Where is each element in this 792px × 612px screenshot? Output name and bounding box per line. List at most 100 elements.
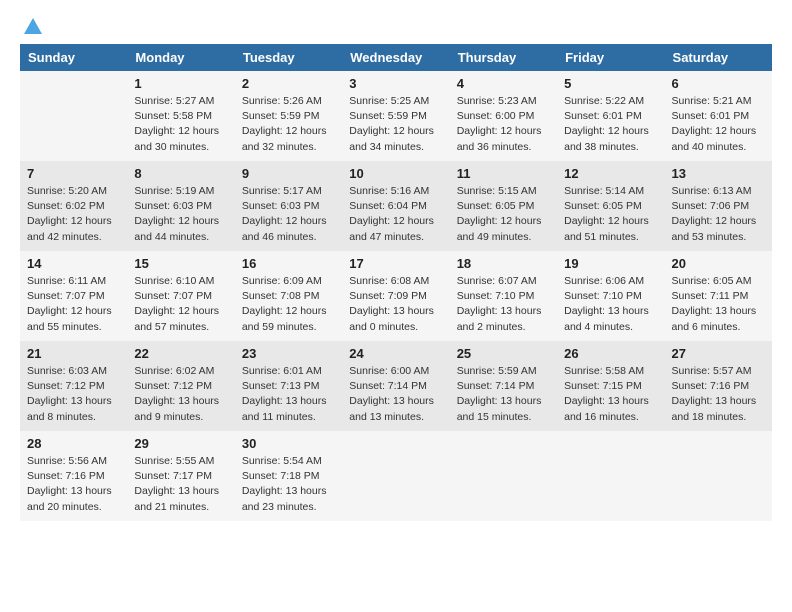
day-number: 8 [134, 166, 227, 181]
day-number: 17 [349, 256, 442, 271]
day-number: 2 [242, 76, 335, 91]
day-info: Sunrise: 6:10 AMSunset: 7:07 PMDaylight:… [134, 274, 227, 335]
day-info: Sunrise: 5:23 AMSunset: 6:00 PMDaylight:… [457, 94, 550, 155]
day-number: 9 [242, 166, 335, 181]
day-number: 13 [672, 166, 765, 181]
day-number: 6 [672, 76, 765, 91]
day-cell [20, 71, 127, 161]
day-number: 18 [457, 256, 550, 271]
calendar-table: SundayMondayTuesdayWednesdayThursdayFrid… [20, 44, 772, 521]
header-cell-wednesday: Wednesday [342, 44, 449, 71]
day-cell: 7 Sunrise: 5:20 AMSunset: 6:02 PMDaylight… [20, 161, 127, 251]
day-number: 14 [27, 256, 120, 271]
day-number: 20 [672, 256, 765, 271]
day-number: 1 [134, 76, 227, 91]
day-number: 3 [349, 76, 442, 91]
day-number: 24 [349, 346, 442, 361]
day-cell: 5Sunrise: 5:22 AMSunset: 6:01 PMDaylight… [557, 71, 664, 161]
day-info: Sunrise: 6:05 AMSunset: 7:11 PMDaylight:… [672, 274, 765, 335]
day-cell: 21Sunrise: 6:03 AMSunset: 7:12 PMDayligh… [20, 341, 127, 431]
page-header [20, 20, 772, 34]
week-row-5: 28 Sunrise: 5:56 AMSunset: 7:16 PMDayligh… [20, 431, 772, 521]
day-number: 26 [564, 346, 657, 361]
day-number: 23 [242, 346, 335, 361]
header-row: SundayMondayTuesdayWednesdayThursdayFrid… [20, 44, 772, 71]
day-info: Sunrise: 5:20 AMSunset: 6:02 PMDaylight:… [27, 184, 120, 245]
day-cell: 3 Sunrise: 5:25 AMSunset: 5:59 PMDaylight… [342, 71, 449, 161]
day-info: Sunrise: 5:27 AMSunset: 5:58 PMDaylight:… [134, 94, 227, 155]
calendar-body: 1 Sunrise: 5:27 AMSunset: 5:58 PMDaylight… [20, 71, 772, 521]
day-cell: 20 Sunrise: 6:05 AMSunset: 7:11 PMDayligh… [665, 251, 772, 341]
header-cell-tuesday: Tuesday [235, 44, 342, 71]
day-info: Sunrise: 5:57 AMSunset: 7:16 PMDaylight:… [672, 364, 765, 425]
header-cell-friday: Friday [557, 44, 664, 71]
day-info: Sunrise: 5:17 AMSunset: 6:03 PMDaylight:… [242, 184, 335, 245]
day-cell: 15 Sunrise: 6:10 AMSunset: 7:07 PMDayligh… [127, 251, 234, 341]
day-cell: 28 Sunrise: 5:56 AMSunset: 7:16 PMDayligh… [20, 431, 127, 521]
day-info: Sunrise: 5:19 AMSunset: 6:03 PMDaylight:… [134, 184, 227, 245]
day-cell: 17 Sunrise: 6:08 AMSunset: 7:09 PMDayligh… [342, 251, 449, 341]
day-cell: 30 Sunrise: 5:54 AMSunset: 7:18 PMDayligh… [235, 431, 342, 521]
day-cell [665, 431, 772, 521]
day-cell: 24Sunrise: 6:00 AMSunset: 7:14 PMDayligh… [342, 341, 449, 431]
day-cell [450, 431, 557, 521]
day-cell: 8 Sunrise: 5:19 AMSunset: 6:03 PMDaylight… [127, 161, 234, 251]
day-info: Sunrise: 6:02 AMSunset: 7:12 PMDaylight:… [134, 364, 227, 425]
day-cell [342, 431, 449, 521]
day-number: 11 [457, 166, 550, 181]
day-number: 25 [457, 346, 550, 361]
day-cell: 18 Sunrise: 6:07 AMSunset: 7:10 PMDayligh… [450, 251, 557, 341]
day-number: 7 [27, 166, 120, 181]
day-number: 12 [564, 166, 657, 181]
day-info: Sunrise: 5:14 AMSunset: 6:05 PMDaylight:… [564, 184, 657, 245]
week-row-4: 21Sunrise: 6:03 AMSunset: 7:12 PMDayligh… [20, 341, 772, 431]
day-cell: 27Sunrise: 5:57 AMSunset: 7:16 PMDayligh… [665, 341, 772, 431]
day-info: Sunrise: 6:06 AMSunset: 7:10 PMDaylight:… [564, 274, 657, 335]
day-info: Sunrise: 6:01 AMSunset: 7:13 PMDaylight:… [242, 364, 335, 425]
day-cell: 2 Sunrise: 5:26 AMSunset: 5:59 PMDaylight… [235, 71, 342, 161]
day-cell: 26 Sunrise: 5:58 AMSunset: 7:15 PMDayligh… [557, 341, 664, 431]
day-cell: 29 Sunrise: 5:55 AMSunset: 7:17 PMDayligh… [127, 431, 234, 521]
day-cell: 22 Sunrise: 6:02 AMSunset: 7:12 PMDayligh… [127, 341, 234, 431]
day-info: Sunrise: 5:16 AMSunset: 6:04 PMDaylight:… [349, 184, 442, 245]
day-number: 22 [134, 346, 227, 361]
header-cell-saturday: Saturday [665, 44, 772, 71]
day-cell: 10 Sunrise: 5:16 AMSunset: 6:04 PMDayligh… [342, 161, 449, 251]
day-info: Sunrise: 5:55 AMSunset: 7:17 PMDaylight:… [134, 454, 227, 515]
day-cell [557, 431, 664, 521]
day-number: 15 [134, 256, 227, 271]
day-cell: 9 Sunrise: 5:17 AMSunset: 6:03 PMDaylight… [235, 161, 342, 251]
day-info: Sunrise: 5:54 AMSunset: 7:18 PMDaylight:… [242, 454, 335, 515]
day-number: 4 [457, 76, 550, 91]
logo-icon [22, 16, 44, 38]
day-info: Sunrise: 5:15 AMSunset: 6:05 PMDaylight:… [457, 184, 550, 245]
day-info: Sunrise: 6:11 AMSunset: 7:07 PMDaylight:… [27, 274, 120, 335]
day-info: Sunrise: 5:56 AMSunset: 7:16 PMDaylight:… [27, 454, 120, 515]
day-info: Sunrise: 6:07 AMSunset: 7:10 PMDaylight:… [457, 274, 550, 335]
header-cell-sunday: Sunday [20, 44, 127, 71]
day-info: Sunrise: 6:09 AMSunset: 7:08 PMDaylight:… [242, 274, 335, 335]
day-cell: 6 Sunrise: 5:21 AMSunset: 6:01 PMDaylight… [665, 71, 772, 161]
day-number: 16 [242, 256, 335, 271]
week-row-3: 14 Sunrise: 6:11 AMSunset: 7:07 PMDayligh… [20, 251, 772, 341]
day-cell: 23 Sunrise: 6:01 AMSunset: 7:13 PMDayligh… [235, 341, 342, 431]
day-info: Sunrise: 5:59 AMSunset: 7:14 PMDaylight:… [457, 364, 550, 425]
day-cell: 11 Sunrise: 5:15 AMSunset: 6:05 PMDayligh… [450, 161, 557, 251]
day-info: Sunrise: 6:08 AMSunset: 7:09 PMDaylight:… [349, 274, 442, 335]
day-number: 10 [349, 166, 442, 181]
day-number: 19 [564, 256, 657, 271]
day-info: Sunrise: 6:03 AMSunset: 7:12 PMDaylight:… [27, 364, 120, 425]
day-number: 28 [27, 436, 120, 451]
day-cell: 12 Sunrise: 5:14 AMSunset: 6:05 PMDayligh… [557, 161, 664, 251]
day-info: Sunrise: 6:13 AMSunset: 7:06 PMDaylight:… [672, 184, 765, 245]
day-info: Sunrise: 5:22 AMSunset: 6:01 PMDaylight:… [564, 94, 657, 155]
day-info: Sunrise: 5:58 AMSunset: 7:15 PMDaylight:… [564, 364, 657, 425]
day-info: Sunrise: 5:21 AMSunset: 6:01 PMDaylight:… [672, 94, 765, 155]
day-cell: 25 Sunrise: 5:59 AMSunset: 7:14 PMDayligh… [450, 341, 557, 431]
day-info: Sunrise: 5:25 AMSunset: 5:59 PMDaylight:… [349, 94, 442, 155]
day-number: 29 [134, 436, 227, 451]
day-number: 30 [242, 436, 335, 451]
day-info: Sunrise: 5:26 AMSunset: 5:59 PMDaylight:… [242, 94, 335, 155]
week-row-1: 1 Sunrise: 5:27 AMSunset: 5:58 PMDaylight… [20, 71, 772, 161]
week-row-2: 7 Sunrise: 5:20 AMSunset: 6:02 PMDaylight… [20, 161, 772, 251]
